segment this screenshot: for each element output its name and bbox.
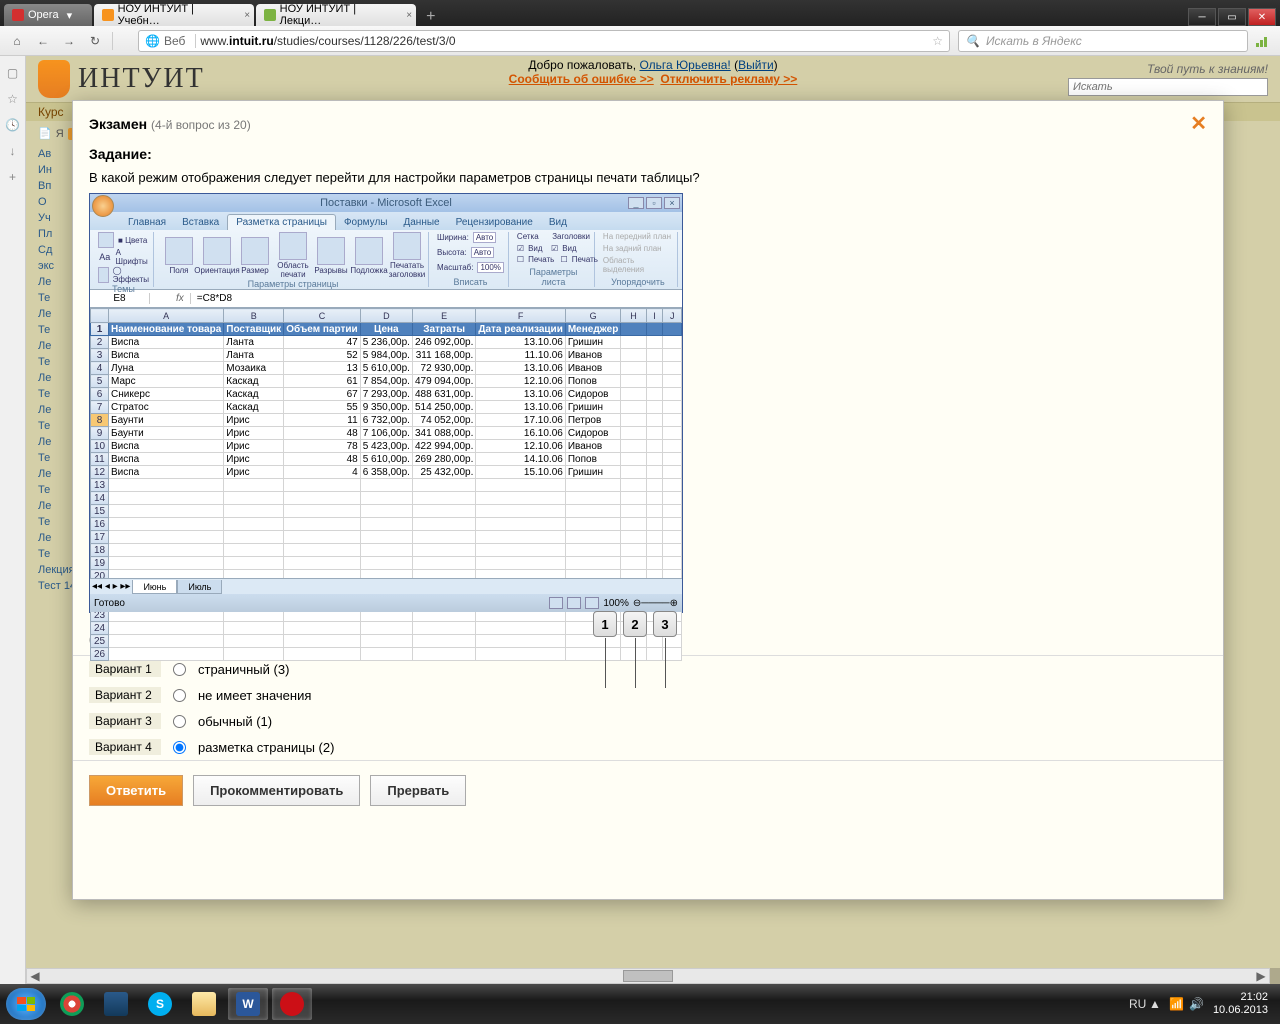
signal-icon <box>1256 35 1272 47</box>
answer-radio[interactable] <box>173 741 186 754</box>
modal-subtitle: (4-й вопрос из 20) <box>151 118 251 132</box>
answer-option[interactable]: Вариант 3обычный (1) <box>89 708 1207 734</box>
forward-icon[interactable]: → <box>60 32 78 50</box>
task-text: В какой режим отображения следует перейт… <box>89 170 1207 185</box>
panel-icon[interactable]: 🕓 <box>5 118 20 132</box>
ribbon-tab: Вставка <box>174 215 227 230</box>
opera-menu-tab[interactable]: Opera ▾ <box>4 4 92 26</box>
logo-text[interactable]: ИНТУИТ <box>78 63 205 95</box>
task-opera[interactable] <box>272 988 312 1020</box>
modal-title: Экзамен <box>89 116 147 132</box>
answer-radio[interactable] <box>173 689 186 702</box>
search-input[interactable]: 🔍 Искать в Яндекс <box>958 30 1248 52</box>
close-button[interactable]: ✕ <box>1248 8 1276 26</box>
tray-flag-icon[interactable]: ▲ <box>1149 997 1163 1011</box>
answer-radio[interactable] <box>173 715 186 728</box>
start-button[interactable] <box>6 988 46 1020</box>
panel-icon[interactable]: ☆ <box>7 92 18 106</box>
comment-button[interactable]: Прокомментировать <box>193 775 360 806</box>
favicon-icon <box>102 9 114 21</box>
site-search-input[interactable] <box>1068 78 1268 96</box>
maximize-button[interactable]: ▭ <box>1218 8 1246 26</box>
horizontal-scrollbar[interactable]: ◀▶ <box>26 968 1270 984</box>
task-app[interactable] <box>96 988 136 1020</box>
report-link[interactable]: Сообщить об ошибке >> <box>509 72 654 86</box>
tray-sound-icon[interactable]: 🔊 <box>1189 997 1203 1011</box>
ribbon-body: ■ Цвета AaA Шрифты ◯ Эффекты Темы ПоляОр… <box>90 230 682 290</box>
browser-tab-strip: Opera ▾ НОУ ИНТУИТ | Учебн… × НОУ ИНТУИТ… <box>0 0 1280 26</box>
opera-side-panel: ▢ ☆ 🕓 ↓ + <box>0 56 26 984</box>
ribbon-tab: Данные <box>395 215 447 230</box>
task-explorer[interactable] <box>184 988 224 1020</box>
task-word[interactable]: W <box>228 988 268 1020</box>
opera-icon <box>12 9 24 21</box>
favicon-icon <box>264 9 276 21</box>
username-link[interactable]: Ольга Юрьевна! <box>639 58 730 72</box>
minimize-button[interactable]: ─ <box>1188 8 1216 26</box>
home-icon[interactable]: ⌂ <box>8 32 26 50</box>
logo-icon <box>38 60 70 98</box>
panel-icon[interactable]: + <box>9 170 16 184</box>
window-controls: ─ ▭ ✕ <box>1188 8 1276 26</box>
task-chrome[interactable] <box>52 988 92 1020</box>
answer-option[interactable]: Вариант 4разметка страницы (2) <box>89 734 1207 760</box>
reload-icon[interactable]: ↻ <box>86 32 104 50</box>
clock[interactable]: 21:02 10.06.2013 <box>1213 991 1274 1017</box>
slogan: Твой путь к знаниям! <box>1068 62 1268 76</box>
submit-button[interactable]: Ответить <box>89 775 183 806</box>
address-bar[interactable]: 🌐Веб www.intuit.ru/studies/courses/1128/… <box>138 30 950 52</box>
office-button-icon <box>92 195 114 217</box>
abort-button[interactable]: Прервать <box>370 775 466 806</box>
back-icon[interactable]: ← <box>34 32 52 50</box>
view-layout-icon <box>567 597 581 609</box>
tray-lang[interactable]: RU <box>1129 997 1143 1011</box>
task-heading: Задание: <box>89 146 1207 162</box>
task-skype[interactable]: S <box>140 988 180 1020</box>
ribbon-tab: Главная <box>120 215 174 230</box>
tray-network-icon[interactable]: 📶 <box>1169 997 1183 1011</box>
ribbon-tab: Формулы <box>336 215 396 230</box>
excel-screenshot: Поставки - Microsoft Excel _▫× ГлавнаяВс… <box>89 193 683 613</box>
panel-icon[interactable]: ↓ <box>10 144 16 158</box>
windows-taskbar: S W RU ▲ 📶 🔊 21:02 10.06.2013 <box>0 984 1280 1024</box>
ribbon-tabs: ГлавнаяВставкаРазметка страницыФормулыДа… <box>90 212 682 230</box>
new-tab-button[interactable]: + <box>418 8 443 26</box>
close-icon[interactable]: × <box>406 10 412 21</box>
tab-1[interactable]: НОУ ИНТУИТ | Учебн… × <box>94 4 254 26</box>
ads-off-link[interactable]: Отключить рекламу >> <box>660 72 797 86</box>
answer-option[interactable]: Вариант 2не имеет значения <box>89 682 1207 708</box>
ribbon-tab: Вид <box>541 215 575 230</box>
formula-bar: E8 fx =C8*D8 <box>90 290 682 308</box>
excel-titlebar: Поставки - Microsoft Excel _▫× <box>90 194 682 212</box>
browser-toolbar: ⌂ ← → ↻ 🌐Веб www.intuit.ru/studies/cours… <box>0 26 1280 56</box>
exam-modal: Экзамен (4-й вопрос из 20) ✕ Задание: В … <box>72 100 1224 900</box>
ribbon-tab: Разметка страницы <box>227 214 336 230</box>
answer-radio[interactable] <box>173 663 186 676</box>
logout-link[interactable]: Выйти <box>738 58 774 72</box>
globe-icon: 🌐 <box>145 34 160 48</box>
callout-markers: 1 2 3 <box>593 611 677 637</box>
panel-icon[interactable]: ▢ <box>7 66 18 80</box>
ribbon-tab: Рецензирование <box>448 215 541 230</box>
modal-close-button[interactable]: ✕ <box>1190 111 1207 136</box>
view-pagebreak-icon <box>585 597 599 609</box>
answer-list: Вариант 1страничный (3)Вариант 2не имеет… <box>73 655 1223 761</box>
search-icon: 🔍 <box>965 34 980 48</box>
tab-2[interactable]: НОУ ИНТУИТ | Лекци… × <box>256 4 416 26</box>
site-header: ИНТУИТ Добро пожаловать, Ольга Юрьевна! … <box>26 56 1280 102</box>
close-icon[interactable]: × <box>244 10 250 21</box>
view-normal-icon <box>549 597 563 609</box>
bookmark-icon[interactable]: ☆ <box>932 34 943 48</box>
